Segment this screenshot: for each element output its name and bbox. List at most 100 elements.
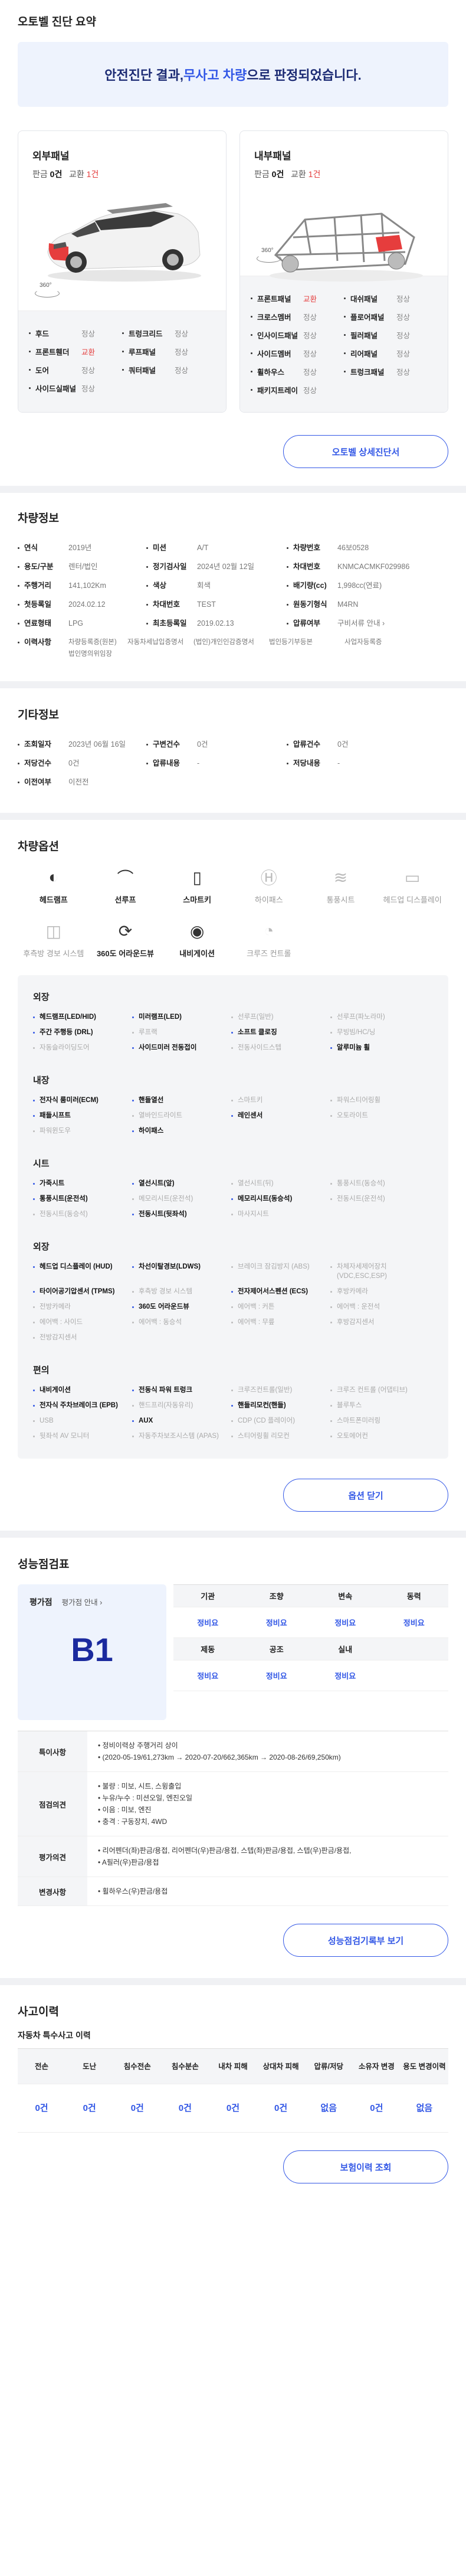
option-item-label: CDP (CD 플레이어) [238,1417,296,1424]
option-item: 오토라이트 [330,1111,433,1120]
option-item: 사이드미러 전동접이 [132,1043,231,1052]
panel-part-item: 대쉬패널 정상 [344,289,437,308]
bullet [330,1198,332,1200]
option-group: 외장 헤드램프(LED/HID) 미러램프(LED) 선루프(일반) 선루프(파노라마)… [33,990,433,1052]
bullet [33,1130,35,1132]
bullet [33,1198,35,1200]
option-group-grid: 헤드업 디스플레이 (HUD) 차선이탈경보(LDWS) 브레이크 잠김방지 (AB… [33,1262,433,1342]
accident-header: 소유자 변경 [352,2049,401,2084]
part-name: 루프패널 [129,348,156,357]
insurance-history-button[interactable]: 보험이력 조회 [283,2150,448,2183]
part-status: 정상 [396,332,411,340]
option-group-title: 편의 [33,1365,50,1375]
grade-guide-link[interactable]: 평가점 안내 › [62,1596,103,1608]
bullet [33,1016,35,1018]
bullet [330,1390,332,1391]
option-item-label: 자동슬라이딩도어 [40,1044,90,1051]
remark-line: 충격 : 구동장치, 4WD [98,1816,438,1828]
close-options-button[interactable]: 옵션 닫기 [283,1479,448,1512]
info-label: 주행거리 [18,576,68,595]
bullet [231,1047,233,1049]
perf-value: 정비요 [379,1607,448,1638]
bullet [231,1016,233,1018]
bullet [33,1420,35,1422]
option-item: 루프랙 [132,1028,231,1037]
option-item: 소프트 클로징 [231,1028,330,1037]
detail-report-button[interactable]: 오토벨 상세진단서 [283,435,448,468]
bullet [132,1266,134,1268]
perf-header: 동력 [379,1585,448,1607]
option-icon-label: 360도 어라운드뷰 [96,949,155,958]
panel-part-item: 사이드실패널 정상 [29,379,122,397]
option-item: 전동사이드스텝 [231,1043,330,1052]
info-item: 배기량(cc) 1,998cc(연료) [287,576,448,595]
option-item: 전동시트(뒷좌석) [132,1209,231,1219]
info-value: 0건 [68,759,80,767]
info-value: A/T [197,544,209,552]
option-item: 크루즈 컨트롤 (어댑티브) [330,1385,433,1395]
perf-header: 조향 [242,1585,311,1607]
rotate-360-icon[interactable]: 360° [35,282,61,300]
info-item: 차대번호 TEST [146,595,287,614]
option-item-label: 후방카메라 [337,1288,368,1295]
accident-value: 0건 [161,2084,209,2133]
option-group-grid: 가죽시트 열선시트(앞) 열선시트(뒤) 통풍시트(동승석) 통풍시트(운전석) 메모리시… [33,1179,433,1219]
bullet [33,1322,35,1323]
headlamp-icon: ◐ [48,868,59,886]
option-item-label: 크루즈컨트롤(일반) [238,1387,293,1394]
bullet [29,351,31,352]
bullet [122,351,124,352]
info-item: 최초등록일 2019.02.13 [146,614,287,633]
info-label: 용도/구분 [18,557,68,576]
info-item: 정기검사일 2024년 02월 12일 [146,557,287,576]
option-item: 전자식 주차브레이크 (EPB) [33,1401,132,1410]
option-item-label: 전자식 주차브레이크 (EPB) [40,1402,118,1409]
option-item: 선루프(파노라마) [330,1012,433,1022]
part-status: 정상 [396,295,411,303]
bullet [251,334,252,336]
option-icon-label: 선루프 [114,895,136,904]
bullet [231,1266,233,1268]
bullet [132,1047,134,1049]
part-status: 정상 [81,330,96,338]
info-label: 저당내용 [287,754,337,773]
option-item-label: 헤드업 디스플레이 (HUD) [40,1263,113,1270]
option-item-label: 에어백 : 운전석 [337,1303,380,1310]
bullet [330,1436,332,1437]
bullet [132,1420,134,1422]
bullet [330,1016,332,1018]
bullet [231,1214,233,1215]
info-value: 2023년 06월 16일 [68,740,126,748]
bullet [330,1322,332,1323]
part-status: 정상 [396,313,411,322]
accident-subtitle: 자동차 특수사고 이력 [18,2031,91,2040]
info-value[interactable]: 구비서류 안내 › [337,614,385,633]
info-value: M4RN [337,600,359,609]
part-name: 프론트패널 [257,295,291,303]
rotate-label: 360° [40,282,52,289]
bullet [122,332,124,334]
option-item-label: 전자제어서스펜션 (ECS) [238,1288,309,1295]
option-item: 자동주차보조시스템 (APAS) [132,1431,231,1441]
remark-line: 리어펜더(좌)판금/용접, 리어펜더(우)판금/용접, 스텝(좌)판금/용접, … [98,1845,438,1856]
option-item: 전자식 룸미러(ECM) [33,1096,132,1105]
bullet [33,1214,35,1215]
rotate-360-icon[interactable]: 360° [257,247,283,265]
replace-label: 교환 [291,169,306,179]
part-name: 리어패널 [350,350,378,358]
info-item: 차량번호 46보0528 [287,538,448,557]
performance-record-button[interactable]: 성능점검기록부 보기 [283,1924,448,1957]
option-icon-item: ▭ 헤드업 디스플레이 [376,867,448,905]
info-value: - [197,759,200,767]
accident-value: 0건 [65,2084,114,2133]
option-icon-item: ⌒ 선루프 [90,867,162,905]
option-item-label: 무빙빔/HC/닝 [337,1029,376,1036]
diagnosis-summary-section: 오토벨 진단 요약 안전진단 결과, 무사고 차량 으로 판정되었습니다. 외부… [0,0,466,493]
info-value: 46보0528 [337,544,369,552]
option-icon-label: 통풍시트 [326,895,355,904]
info-item: 미션 A/T [146,538,287,557]
info-label: 연식 [18,538,68,557]
inner-panel-list: 프론트패널 교환 대쉬패널 정상 크로스멤버 정상 플로어패널 정상 인사이드패널 정상 필러패널 정… [240,276,448,412]
bullet [251,371,252,372]
option-icon-item: Ⓗ 하이패스 [233,867,305,905]
